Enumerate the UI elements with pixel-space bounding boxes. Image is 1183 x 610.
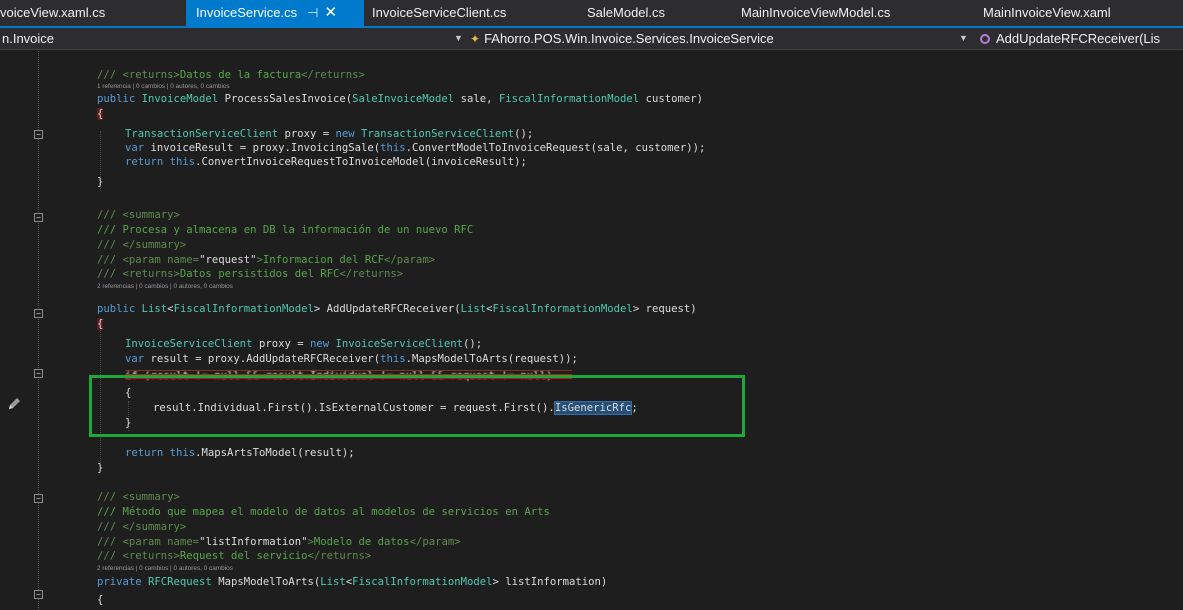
code-line: /// </summary>	[97, 521, 187, 533]
tab-label: InvoiceService.cs	[196, 5, 298, 20]
member-dropdown[interactable]: AddUpdateRFCReceiver(Lis	[980, 28, 1160, 49]
code-line: /// <param name="request">Informacion de…	[97, 254, 436, 266]
pencil-icon	[9, 398, 20, 409]
code-line: }	[97, 462, 104, 474]
code-line: /// Procesa y almacena en DB la informac…	[97, 224, 474, 236]
code-line: /// <param name="listInformation">Modelo…	[97, 536, 461, 548]
chevron-down-icon[interactable]: ▼	[959, 28, 968, 49]
code-line: public List<FiscalInformationModel> AddU…	[97, 303, 697, 315]
collapse-icon[interactable]: −	[34, 213, 43, 222]
method-icon	[980, 34, 990, 44]
type-label: FAhorro.POS.Win.Invoice.Services.Invoice…	[484, 31, 774, 46]
tab-label: InvoiceServiceClient.cs	[372, 5, 507, 20]
code-line: return this.ConvertInvoiceRequestToInvoi…	[125, 156, 527, 168]
codelens-info[interactable]: 2 referencias | 0 cambios | 0 autores, 0…	[97, 564, 233, 574]
tab-label: voiceView.xaml.cs	[0, 5, 106, 20]
class-icon: ✦	[470, 32, 481, 46]
code-line: /// <summary>	[97, 209, 180, 221]
code-line: /// Método que mapea el modelo de datos …	[97, 506, 550, 518]
code-line: var result = proxy.AddUpdateRFCReceiver(…	[125, 353, 578, 365]
code-line: var invoiceResult = proxy.InvoicingSale(…	[125, 142, 706, 154]
code-line: /// <summary>	[97, 491, 180, 503]
code-line: }	[97, 176, 104, 188]
code-line: public InvoiceModel ProcessSalesInvoice(…	[97, 93, 703, 105]
collapse-icon[interactable]: −	[34, 309, 43, 318]
code-editor[interactable]: − − − − − − /// <returns>Datos de la fac…	[0, 51, 1183, 610]
tab-label: MainInvoiceViewModel.cs	[741, 5, 891, 20]
code-line: return this.MapsArtsToModel(result);	[125, 447, 355, 459]
code-line: /// <returns>Datos de la factura</return…	[97, 69, 365, 81]
code-line: TransactionServiceClient proxy = new Tra…	[125, 128, 534, 140]
code-line: /// <returns>Request del servicio</retur…	[97, 550, 372, 562]
close-icon[interactable]: ✕	[324, 0, 337, 26]
project-label: n.Invoice	[2, 31, 55, 46]
tab-invoiceview-xaml-cs[interactable]: voiceView.xaml.cs	[0, 0, 105, 26]
tab-label: SaleModel.cs	[587, 5, 666, 20]
tab-maininvoiceviewmodel-cs[interactable]: MainInvoiceViewModel.cs	[741, 0, 890, 26]
code-line: {	[97, 318, 104, 330]
tab-invoiceserviceclient-cs[interactable]: InvoiceServiceClient.cs	[372, 0, 506, 26]
code-line: {	[97, 594, 104, 606]
code-line: InvoiceServiceClient proxy = new Invoice…	[125, 338, 483, 350]
chevron-down-icon[interactable]: ▼	[454, 28, 463, 49]
code-line: {	[97, 108, 104, 120]
collapse-icon[interactable]: −	[34, 130, 43, 139]
collapse-icon[interactable]: −	[34, 369, 43, 378]
collapse-icon[interactable]: −	[34, 590, 43, 599]
type-dropdown[interactable]: ✦ FAhorro.POS.Win.Invoice.Services.Invoic…	[470, 28, 774, 49]
member-label: AddUpdateRFCReceiver(Lis	[996, 31, 1161, 46]
pin-icon[interactable]: ⊣	[307, 0, 318, 26]
codelens-info[interactable]: 2 referencias | 0 cambios | 0 autores, 0…	[97, 282, 233, 292]
collapse-icon[interactable]: −	[34, 494, 43, 503]
tab-invoiceservice-cs[interactable]: InvoiceService.cs ⊣ ✕	[186, 0, 364, 26]
document-tab-bar: voiceView.xaml.cs InvoiceService.cs ⊣ ✕ In…	[0, 0, 1183, 28]
tab-label: MainInvoiceView.xaml	[983, 5, 1111, 20]
codelens-info[interactable]: 1 referencia | 0 cambios | 0 autores, 0 …	[97, 82, 230, 92]
navigation-bar: n.Invoice ▼ ✦ FAhorro.POS.Win.Invoice.Ser…	[0, 28, 1183, 50]
project-dropdown[interactable]: n.Invoice	[2, 28, 54, 49]
code-line: /// </summary>	[97, 239, 187, 251]
code-line: /// <returns>Datos persistidos del RFC</…	[97, 268, 404, 280]
code-line: private RFCRequest MapsModelToArts(List<…	[97, 576, 608, 588]
tab-maininvoiceview-xaml[interactable]: MainInvoiceView.xaml	[983, 0, 1111, 26]
tab-salemodel-cs[interactable]: SaleModel.cs	[587, 0, 665, 26]
highlight-box	[89, 375, 745, 437]
